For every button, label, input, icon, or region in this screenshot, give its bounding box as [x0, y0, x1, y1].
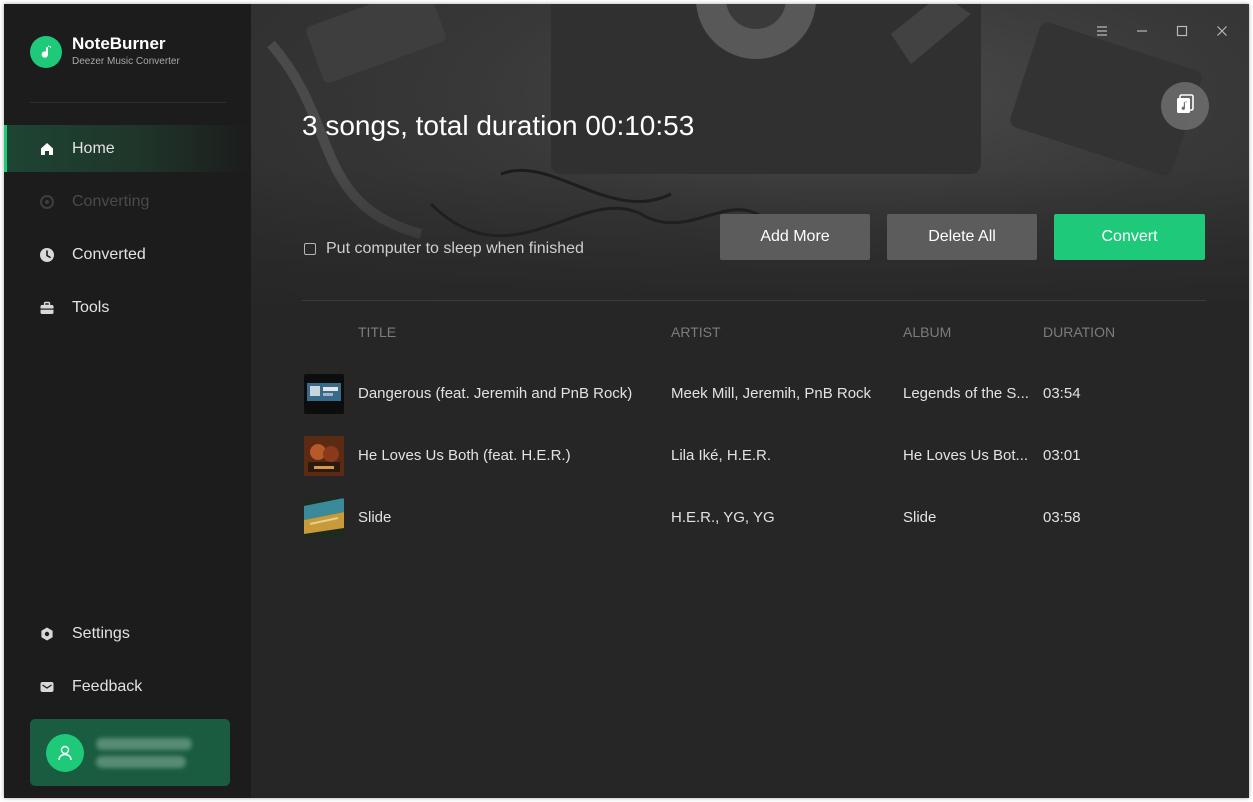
sidebar-item-converting: Converting	[4, 178, 251, 225]
app-subtitle: Deezer Music Converter	[72, 56, 180, 67]
home-icon	[38, 140, 56, 158]
maximize-icon[interactable]	[1175, 24, 1189, 38]
menu-icon[interactable]	[1095, 24, 1109, 38]
column-header-title: TITLE	[358, 324, 397, 340]
table-row[interactable]: Dangerous (feat. Jeremih and PnB Rock) M…	[251, 372, 1249, 416]
divider	[30, 102, 226, 103]
track-title: Slide	[358, 509, 392, 526]
sidebar-item-tools[interactable]: Tools	[4, 284, 251, 331]
sidebar-item-label: Converting	[72, 192, 150, 210]
sidebar-bottom-nav: Settings Feedback	[4, 610, 251, 716]
album-art-thumbnail	[304, 374, 344, 414]
app-window: NoteBurner Deezer Music Converter Home C…	[4, 4, 1249, 798]
toolbox-icon	[38, 299, 56, 317]
sidebar-item-label: Converted	[72, 245, 146, 263]
main-panel: 3 songs, total duration 00:10:53 Put com…	[251, 4, 1249, 798]
sidebar-item-label: Home	[72, 139, 115, 157]
music-file-icon	[1174, 93, 1196, 120]
track-title: Dangerous (feat. Jeremih and PnB Rock)	[358, 385, 633, 402]
add-more-button[interactable]: Add More	[720, 214, 870, 260]
converting-icon	[38, 193, 56, 211]
track-album: Legends of the S...	[903, 385, 1029, 402]
close-icon[interactable]	[1215, 24, 1229, 38]
brand: NoteBurner Deezer Music Converter	[30, 34, 180, 70]
clock-icon	[38, 246, 56, 264]
track-title: He Loves Us Both (feat. H.E.R.)	[358, 447, 571, 464]
track-album: He Loves Us Bot...	[903, 447, 1029, 464]
music-library-button[interactable]	[1161, 82, 1209, 130]
sidebar-item-label: Tools	[72, 298, 110, 316]
column-header-album: ALBUM	[903, 324, 952, 340]
sidebar-item-settings[interactable]: Settings	[4, 610, 251, 657]
user-account-card[interactable]	[30, 719, 230, 786]
table-divider	[302, 300, 1206, 301]
table-row[interactable]: He Loves Us Both (feat. H.E.R.) Lila Iké…	[251, 434, 1249, 478]
track-duration: 03:01	[1043, 447, 1081, 464]
table-header: TITLE ARTIST ALBUM DURATION	[251, 322, 1249, 344]
track-artist: Lila Iké, H.E.R.	[671, 447, 772, 464]
minimize-icon[interactable]	[1135, 24, 1149, 38]
sidebar-item-converted[interactable]: Converted	[4, 231, 251, 278]
track-artist: H.E.R., YG, YG	[671, 509, 775, 526]
sidebar-item-home[interactable]: Home	[4, 125, 251, 172]
user-email-blurred	[96, 732, 192, 774]
convert-button[interactable]: Convert	[1054, 214, 1205, 260]
queue-summary-title: 3 songs, total duration 00:10:53	[302, 110, 695, 141]
sleep-checkbox-label: Put computer to sleep when finished	[326, 240, 584, 257]
app-name: NoteBurner	[72, 34, 166, 53]
track-album: Slide	[903, 509, 937, 526]
sidebar: NoteBurner Deezer Music Converter Home C…	[4, 4, 251, 798]
sidebar-nav: Home Converting Converted Tools	[4, 125, 251, 337]
column-header-duration: DURATION	[1043, 324, 1116, 340]
table-row[interactable]: Slide H.E.R., YG, YG Slide 03:58	[251, 496, 1249, 540]
gear-icon	[38, 625, 56, 643]
mail-icon	[38, 678, 56, 696]
track-duration: 03:58	[1043, 509, 1081, 526]
sidebar-item-feedback[interactable]: Feedback	[4, 663, 251, 710]
column-header-artist: ARTIST	[671, 324, 721, 340]
sleep-checkbox[interactable]	[304, 243, 316, 255]
delete-all-button[interactable]: Delete All	[887, 214, 1037, 260]
app-logo-icon	[30, 36, 62, 68]
window-controls	[1095, 24, 1229, 38]
sleep-when-finished-option[interactable]: Put computer to sleep when finished	[304, 240, 584, 258]
sidebar-item-label: Feedback	[72, 677, 143, 695]
track-artist: Meek Mill, Jeremih, PnB Rock	[671, 385, 872, 402]
user-icon	[46, 733, 84, 772]
album-art-thumbnail	[304, 436, 344, 476]
track-duration: 03:54	[1043, 385, 1081, 402]
album-art-thumbnail	[304, 498, 344, 538]
sidebar-item-label: Settings	[72, 624, 130, 642]
